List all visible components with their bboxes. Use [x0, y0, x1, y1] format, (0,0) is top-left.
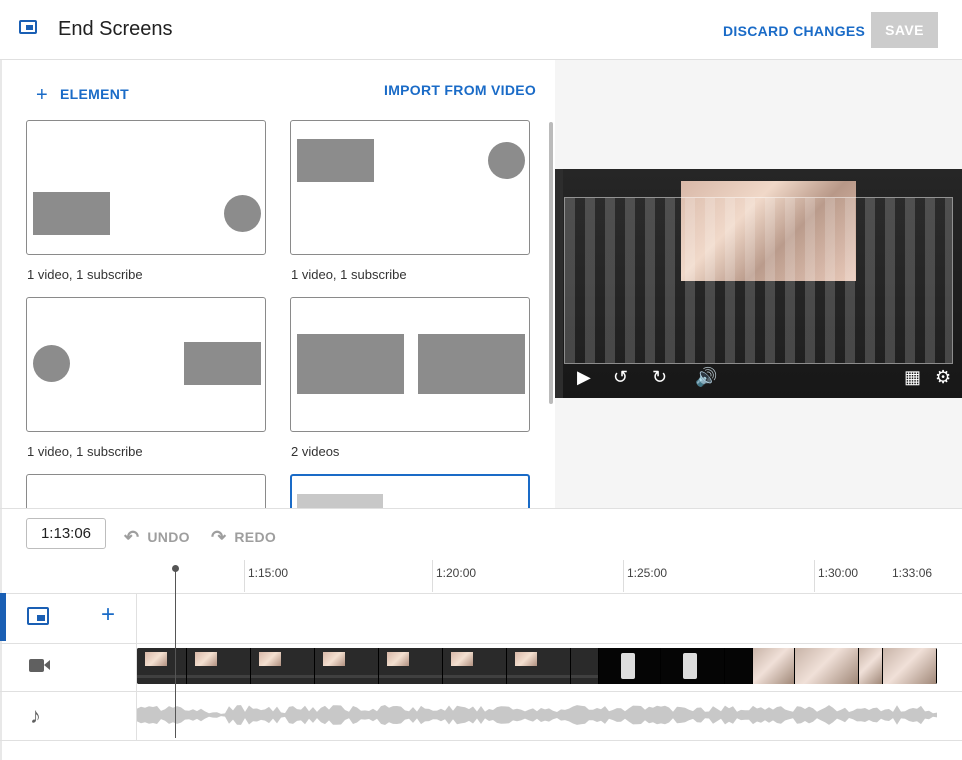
filmstrip-frame	[599, 648, 661, 684]
timeline-ruler: 1:15:00 1:20:00 1:25:00 1:30:00 1:33:06	[137, 560, 938, 593]
template-card[interactable]	[26, 120, 266, 255]
add-element-label: ELEMENT	[59, 86, 129, 102]
end-screen-overlay-region	[564, 197, 953, 364]
player-controls: ▶ ↺ ↻ 🔊 ▦ ⚙	[555, 363, 962, 398]
videocam-icon	[29, 659, 50, 672]
music-note-icon: ♪	[30, 703, 41, 728]
video-element-placeholder	[184, 342, 261, 385]
gear-icon[interactable]: ⚙	[935, 367, 951, 387]
template-card[interactable]	[26, 474, 266, 508]
template-caption: 1 video, 1 subscribe	[27, 267, 143, 282]
video-element-placeholder	[297, 334, 404, 394]
discard-changes-button[interactable]: DISCARD CHANGES	[718, 19, 870, 43]
video-preview[interactable]: ▶ ↺ ↻ 🔊 ▦ ⚙	[555, 169, 962, 398]
template-card[interactable]	[26, 297, 266, 432]
undo-button[interactable]: ↶ UNDO	[124, 526, 190, 547]
filmstrip-frame	[883, 648, 937, 684]
video-element-placeholder	[297, 139, 374, 182]
filmstrip-frame	[251, 648, 315, 684]
header-bar: End Screens DISCARD CHANGES SAVE	[0, 0, 962, 60]
active-track-indicator	[0, 593, 6, 641]
add-element-button[interactable]: + ELEMENT	[36, 82, 129, 106]
track-label-column	[0, 593, 137, 740]
template-card[interactable]	[290, 297, 530, 432]
filmstrip-frame	[571, 648, 599, 684]
filmstrip-frame	[315, 648, 379, 684]
filmstrip-frame	[379, 648, 443, 684]
filmstrip-frame	[443, 648, 507, 684]
ruler-tick: 1:25:00	[623, 560, 667, 592]
undo-label: UNDO	[147, 529, 190, 545]
video-element-placeholder	[418, 334, 525, 394]
video-element-placeholder	[33, 192, 110, 235]
audio-waveform	[137, 705, 937, 725]
undo-icon: ↶	[124, 527, 140, 547]
import-from-video-button[interactable]: IMPORT FROM VIDEO	[384, 82, 536, 98]
template-card[interactable]	[290, 120, 530, 255]
forward-10-icon[interactable]: ↻	[652, 367, 667, 387]
volume-icon[interactable]: 🔊	[695, 367, 717, 387]
playhead-handle[interactable]	[172, 565, 179, 572]
filmstrip-frame	[859, 648, 883, 684]
redo-icon: ↷	[211, 527, 227, 547]
ruler-tick: 1:15:00	[244, 560, 288, 592]
template-card-selected[interactable]	[290, 474, 530, 508]
filmstrip-frame	[795, 648, 859, 684]
video-filmstrip[interactable]	[137, 648, 937, 684]
plus-icon[interactable]: +	[101, 603, 115, 627]
filmstrip-frame	[187, 648, 251, 684]
plus-icon: +	[36, 84, 48, 106]
timeline-divider	[0, 508, 962, 509]
replay-10-icon[interactable]: ↺	[613, 367, 628, 387]
save-button[interactable]: SAVE	[871, 12, 938, 48]
current-time-field[interactable]: 1:13:06	[26, 518, 106, 549]
subscribe-element-placeholder	[33, 345, 70, 382]
end-screen-icon	[27, 607, 49, 625]
video-element-placeholder	[297, 494, 383, 508]
filmstrip-frame	[507, 648, 571, 684]
subscribe-element-placeholder	[224, 195, 261, 232]
template-caption: 1 video, 1 subscribe	[27, 444, 143, 459]
ruler-tick: 1:20:00	[432, 560, 476, 592]
ruler-tick: 1:33:06	[892, 566, 933, 580]
page-title: End Screens	[58, 18, 173, 40]
end-screen-track	[0, 593, 962, 644]
playhead[interactable]	[175, 568, 176, 738]
grid-icon[interactable]: ▦	[904, 367, 921, 387]
subscribe-element-placeholder	[488, 142, 525, 179]
filmstrip-frame	[753, 648, 795, 684]
end-screen-icon	[19, 20, 37, 34]
template-scrollbar[interactable]	[549, 122, 553, 404]
ruler-tick: 1:30:00	[814, 560, 858, 592]
template-caption: 2 videos	[291, 444, 340, 459]
filmstrip-frame	[725, 648, 753, 684]
template-caption: 1 video, 1 subscribe	[291, 267, 407, 282]
template-row-clip	[4, 470, 549, 508]
filmstrip-frame	[137, 648, 187, 684]
redo-button[interactable]: ↷ REDO	[211, 526, 276, 547]
redo-label: REDO	[234, 529, 277, 545]
filmstrip-frame	[661, 648, 725, 684]
play-icon[interactable]: ▶	[577, 367, 591, 387]
